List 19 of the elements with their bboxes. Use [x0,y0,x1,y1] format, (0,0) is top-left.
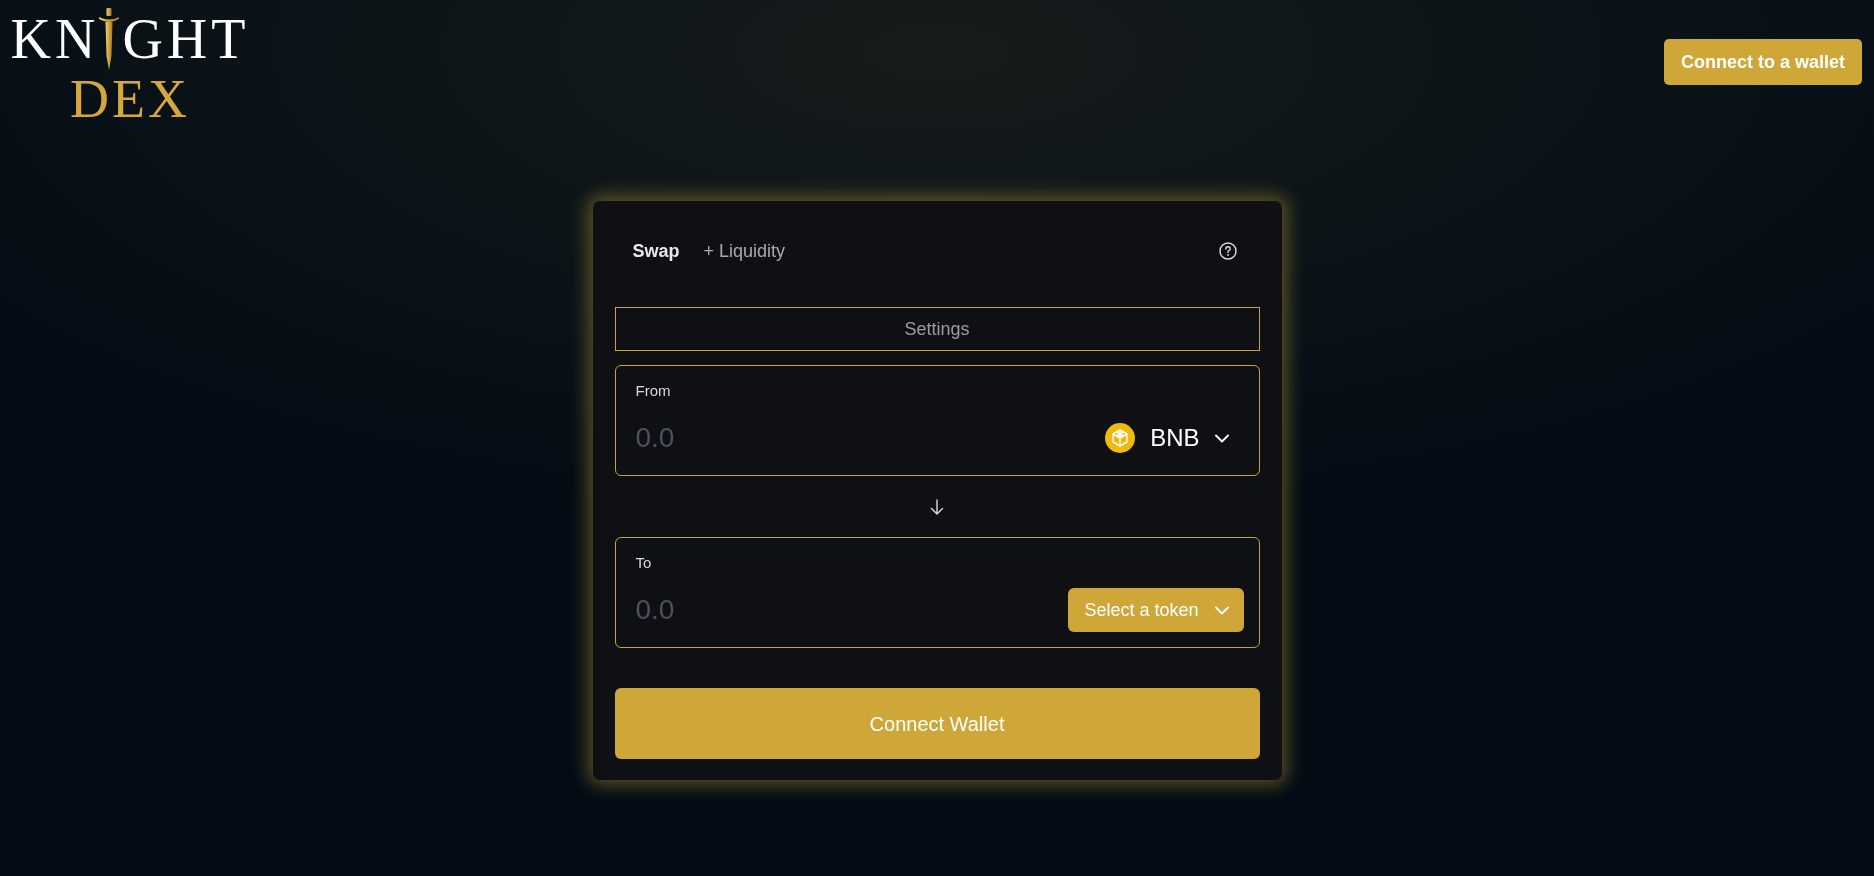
settings-button[interactable]: Settings [614,307,1260,351]
coin-icon [1105,423,1136,453]
button-label: Select a token [1084,598,1199,622]
chevron-down-icon [1214,433,1229,443]
field-label: To [635,553,653,573]
tab[interactable]: + Liquidity [703,233,786,269]
token-select-button[interactable]: BNB [1090,416,1244,460]
amount-input[interactable]: 0.0 [635,417,936,459]
logo-subtitle: DEX [70,72,190,126]
logo-text: GHT [122,11,250,67]
arrow-down-icon [930,498,944,515]
sword-icon [99,8,120,70]
tab[interactable]: Swap [632,233,680,269]
amount-input[interactable]: 0.0 [635,589,936,631]
help-icon[interactable] [1218,242,1237,260]
field-label: From [635,381,672,401]
chevron-down-icon [1214,605,1229,615]
token-symbol: BNB [1150,423,1200,453]
logo-text: KN [10,11,100,67]
